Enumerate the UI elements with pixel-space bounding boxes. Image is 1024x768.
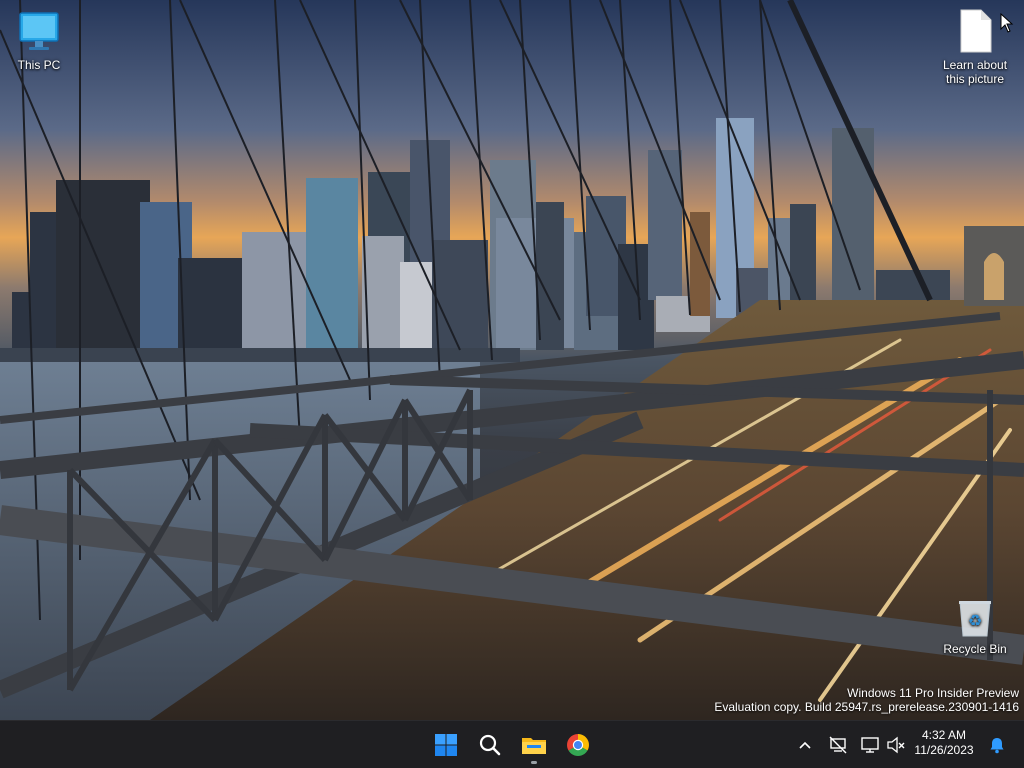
this-pc-monitor-icon (19, 12, 59, 50)
notifications-button[interactable] (985, 733, 1009, 757)
chrome-icon (567, 734, 589, 756)
search-icon (479, 734, 501, 756)
folder-icon (522, 738, 546, 754)
running-indicator (531, 761, 537, 764)
desktop-icon-label: Learn about this picture (942, 58, 1008, 86)
svg-text:♻: ♻ (968, 611, 982, 630)
desktop-icon-label: This PC (17, 58, 61, 72)
volume-muted-icon (887, 736, 905, 754)
windows-start-icon (435, 734, 457, 756)
search-button[interactable] (470, 725, 510, 765)
chevron-up-icon (799, 741, 811, 749)
wallpaper-bridge-city (0, 0, 1024, 720)
start-button[interactable] (426, 725, 466, 765)
chrome-button[interactable] (558, 725, 598, 765)
desktop-icon-this-pc[interactable]: This PC (0, 10, 78, 72)
desktop[interactable]: This PC Learn about this picture ♻ Recyc… (0, 0, 1024, 720)
file-explorer-button[interactable] (514, 725, 554, 765)
display-button[interactable] (858, 733, 882, 757)
notification-bell-icon (990, 738, 1004, 754)
watermark-edition: Windows 11 Pro Insider Preview (847, 686, 1019, 700)
display-icon (861, 737, 879, 753)
network-disconnected-icon (829, 736, 847, 754)
document-icon (960, 9, 992, 53)
watermark-build: Evaluation copy. Build 25947.rs_prerelea… (714, 700, 1019, 714)
network-button[interactable] (826, 733, 850, 757)
show-hidden-icons-button[interactable] (793, 733, 817, 757)
clock-time: 4:32 AM (921, 728, 967, 742)
taskbar: 4:32 AM 11/26/2023 (0, 720, 1024, 768)
desktop-icon-recycle-bin[interactable]: ♻ Recycle Bin (936, 598, 1014, 656)
recycle-bin-icon: ♻ (959, 601, 991, 637)
windows-watermark: Windows 11 Pro Insider Preview Evaluatio… (714, 686, 1019, 714)
desktop-icon-label: Recycle Bin (943, 642, 1007, 656)
mouse-cursor-icon (1000, 13, 1014, 33)
clock-date: 11/26/2023 (914, 743, 974, 757)
taskbar-clock[interactable]: 4:32 AM 11/26/2023 (908, 728, 980, 758)
volume-button[interactable] (884, 733, 908, 757)
